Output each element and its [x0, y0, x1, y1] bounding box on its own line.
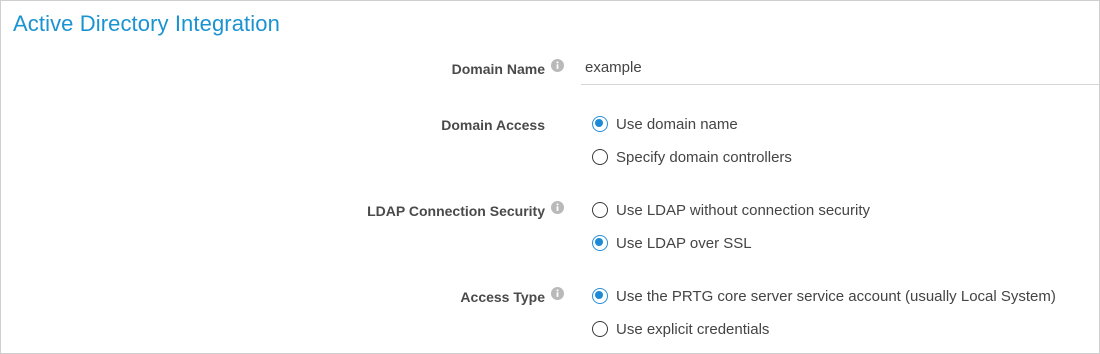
info-icon[interactable] — [551, 201, 564, 214]
option-label: Use explicit credentials — [616, 320, 770, 338]
radio-button-selected[interactable] — [592, 288, 608, 304]
active-directory-panel: Active Directory Integration Domain Name… — [0, 0, 1100, 354]
domain-access-label: Domain Access — [441, 117, 545, 133]
domain-name-label: Domain Name — [451, 61, 545, 77]
option-label: Specify domain controllers — [616, 148, 792, 166]
domain-name-input[interactable] — [581, 51, 1099, 85]
radio-button-selected[interactable] — [592, 235, 608, 251]
ldap-security-label: LDAP Connection Security — [367, 203, 545, 219]
domain-access-option-domain-name[interactable]: Use domain name — [592, 114, 738, 134]
domain-access-option-domain-controllers[interactable]: Specify domain controllers — [592, 147, 792, 167]
radio-button[interactable] — [592, 202, 608, 218]
domain-name-row: Domain Name — [1, 51, 1099, 87]
section-title: Active Directory Integration — [13, 11, 280, 36]
info-icon[interactable] — [551, 287, 564, 300]
ldap-option-no-security[interactable]: Use LDAP without connection security — [592, 200, 870, 220]
ldap-security-row: LDAP Connection Security Use LDAP withou… — [1, 199, 1099, 259]
radio-button-selected[interactable] — [592, 116, 608, 132]
info-icon[interactable] — [551, 59, 564, 72]
option-label: Use LDAP over SSL — [616, 234, 752, 252]
access-type-option-service-account[interactable]: Use the PRTG core server service account… — [592, 286, 1056, 306]
access-type-option-explicit-credentials[interactable]: Use explicit credentials — [592, 319, 769, 339]
radio-button[interactable] — [592, 149, 608, 165]
ldap-option-ssl[interactable]: Use LDAP over SSL — [592, 233, 752, 253]
radio-button[interactable] — [592, 321, 608, 337]
option-label: Use LDAP without connection security — [616, 201, 871, 219]
option-label: Use the PRTG core server service account… — [616, 287, 1056, 305]
access-type-label: Access Type — [460, 289, 545, 305]
option-label: Use domain name — [616, 115, 738, 133]
domain-access-row: Domain Access Use domain name Specify do… — [1, 113, 1099, 173]
access-type-row: Access Type Use the PRTG core server ser… — [1, 285, 1099, 345]
